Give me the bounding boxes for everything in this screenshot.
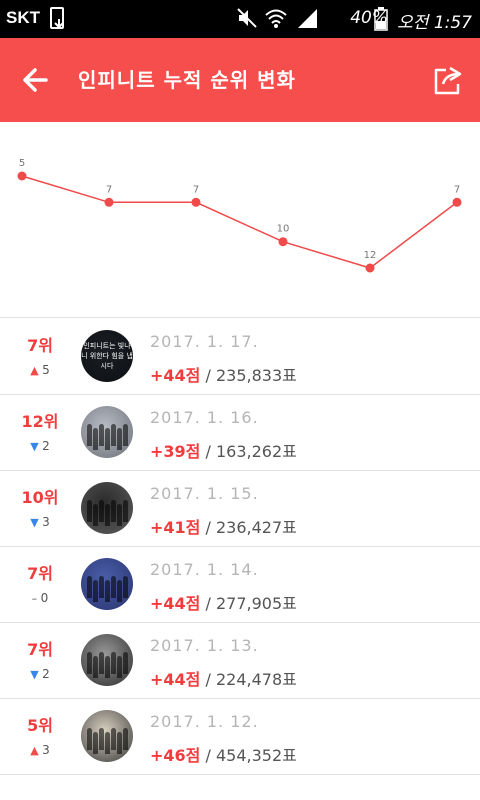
list-item[interactable]: 10위 ▼ 3 2017. 1. 15. +41점 / 236,427표 bbox=[0, 470, 480, 546]
votes-value: 454,352표 bbox=[215, 746, 297, 765]
score-value: +41점 bbox=[150, 518, 201, 537]
data-point bbox=[278, 237, 288, 247]
score-line: +44점 / 224,478표 bbox=[150, 666, 297, 690]
app-bar: 인피니트 누적 순위 변화 bbox=[0, 38, 480, 122]
rank-label: 5위 bbox=[27, 716, 53, 735]
data-point bbox=[452, 197, 462, 207]
rank-change-value: 3 bbox=[42, 743, 50, 757]
separator: / bbox=[200, 670, 216, 689]
rank-change: ▼ 2 bbox=[0, 667, 80, 681]
signal-icon bbox=[298, 9, 317, 28]
rank-change: – 0 bbox=[0, 591, 80, 605]
back-arrow-icon[interactable] bbox=[18, 62, 54, 98]
date-label: 2017. 1. 13. bbox=[150, 636, 259, 655]
score-line: +44점 / 235,833표 bbox=[150, 362, 297, 386]
rank-change: ▼ 2 bbox=[0, 439, 80, 453]
date-label: 2017. 1. 17. bbox=[150, 332, 259, 351]
arrow-up-icon: ▲ bbox=[30, 744, 43, 757]
data-label: 7 bbox=[193, 184, 199, 195]
page-title: 인피니트 누적 순위 변화 bbox=[78, 68, 296, 92]
divider bbox=[0, 774, 480, 775]
list-item[interactable]: 12위 ▼ 2 2017. 1. 16. +39점 / 163,262표 bbox=[0, 394, 480, 470]
rank-label: 7위 bbox=[27, 640, 53, 659]
list-item[interactable]: 7위 ▲ 5 인피니트는 빛나니 위한다 힘을 냅시다 2017. 1. 17. +44… bbox=[0, 318, 480, 394]
score-value: +44점 bbox=[150, 366, 201, 385]
rank-change-value: 3 bbox=[42, 515, 50, 529]
data-label: 7 bbox=[106, 184, 112, 195]
data-label: 10 bbox=[277, 224, 290, 235]
data-point bbox=[365, 263, 375, 273]
separator: / bbox=[200, 366, 216, 385]
rank-change-value: 0 bbox=[40, 591, 49, 605]
rank-chart: 5 7 7 10 12 7 bbox=[17, 158, 462, 273]
score-line: +46점 / 454,352표 bbox=[150, 742, 297, 766]
score-value: +46점 bbox=[150, 746, 201, 765]
score-line: +44점 / 277,905표 bbox=[150, 590, 297, 614]
votes-value: 235,833표 bbox=[215, 366, 297, 385]
score-value: +39점 bbox=[150, 442, 201, 461]
rank-label: 12위 bbox=[21, 412, 59, 431]
rank-change-value: 5 bbox=[42, 363, 50, 377]
data-label: 7 bbox=[454, 184, 460, 195]
votes-value: 224,478표 bbox=[215, 670, 297, 689]
avatar: 인피니트는 빛나니 위한다 힘을 냅시다 bbox=[81, 330, 133, 382]
battery-icon bbox=[374, 7, 388, 31]
separator: / bbox=[200, 442, 216, 461]
rank-change: ▼ 3 bbox=[0, 515, 80, 529]
data-label: 5 bbox=[19, 158, 25, 169]
share-icon[interactable] bbox=[430, 62, 466, 98]
votes-value: 163,262표 bbox=[215, 442, 297, 461]
rank-label: 10위 bbox=[21, 488, 59, 507]
votes-value: 236,427표 bbox=[215, 518, 297, 537]
score-value: +44점 bbox=[150, 594, 201, 613]
score-value: +44점 bbox=[150, 670, 201, 689]
wifi-icon bbox=[265, 9, 287, 28]
data-point bbox=[17, 171, 27, 181]
data-point bbox=[104, 197, 114, 207]
votes-value: 277,905표 bbox=[215, 594, 297, 613]
rank-change: ▲ 5 bbox=[0, 363, 80, 377]
score-line: +39점 / 163,262표 bbox=[150, 438, 297, 462]
mute-icon bbox=[237, 8, 257, 28]
arrow-down-icon: ▼ bbox=[30, 668, 43, 681]
list-item[interactable]: 5위 ▲ 3 2017. 1. 12. +46점 / 454,352표 bbox=[0, 698, 480, 774]
arrow-up-icon: ▲ bbox=[30, 364, 43, 377]
status-bar: SKT 40% 오전 1:57 bbox=[0, 0, 480, 38]
list-item[interactable]: 7위 – 0 2017. 1. 14. +44점 / 277,905표 bbox=[0, 546, 480, 622]
avatar bbox=[81, 406, 133, 458]
series-line bbox=[21, 175, 458, 269]
avatar bbox=[81, 710, 133, 762]
arrow-down-icon: ▼ bbox=[30, 440, 43, 453]
separator: / bbox=[200, 518, 216, 537]
list-item[interactable]: 7위 ▼ 2 2017. 1. 13. +44점 / 224,478표 bbox=[0, 622, 480, 698]
data-point bbox=[191, 197, 201, 207]
rank-label: 7위 bbox=[27, 336, 53, 355]
data-label: 12 bbox=[364, 250, 377, 261]
avatar bbox=[81, 634, 133, 686]
date-label: 2017. 1. 15. bbox=[150, 484, 259, 503]
clock: 오전 1:57 bbox=[397, 13, 472, 33]
date-label: 2017. 1. 16. bbox=[150, 408, 259, 427]
rank-change-value: 2 bbox=[42, 667, 50, 681]
date-label: 2017. 1. 12. bbox=[150, 712, 259, 731]
score-line: +41점 / 236,427표 bbox=[150, 514, 297, 538]
dash-icon: – bbox=[31, 592, 41, 605]
rank-change-value: 2 bbox=[42, 439, 50, 453]
avatar bbox=[81, 482, 133, 534]
rank-change: ▲ 3 bbox=[0, 743, 80, 757]
date-label: 2017. 1. 14. bbox=[150, 560, 259, 579]
rank-label: 7위 bbox=[27, 564, 53, 583]
download-icon bbox=[50, 7, 64, 29]
avatar bbox=[81, 558, 133, 610]
carrier-label: SKT bbox=[6, 8, 40, 27]
separator: / bbox=[200, 746, 216, 765]
separator: / bbox=[200, 594, 216, 613]
arrow-down-icon: ▼ bbox=[30, 516, 43, 529]
